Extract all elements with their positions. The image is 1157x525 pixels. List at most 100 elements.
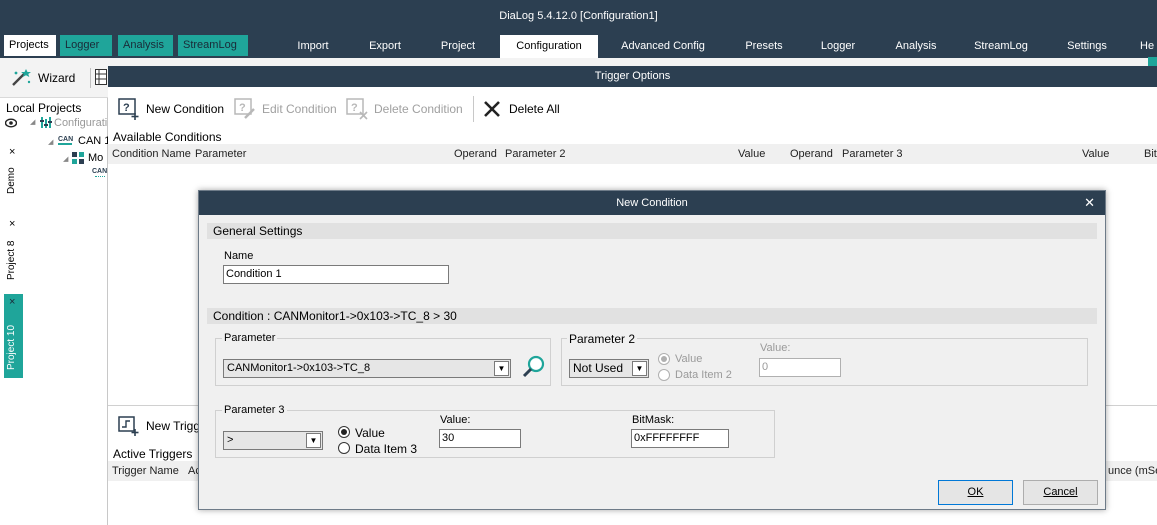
new-condition-button[interactable]: New Condition — [146, 98, 224, 120]
condition-summary: Condition : CANMonitor1->0x103->TC_8 > 3… — [207, 308, 1097, 324]
new-condition-dialog: New Condition ✕ General Settings Name Co… — [198, 190, 1106, 510]
menu-advanced-config[interactable]: Advanced Config — [612, 35, 714, 58]
close-icon[interactable]: × — [9, 146, 15, 158]
app-title-bar: DiaLog 5.4.12.0 [Configuration1] — [0, 0, 1157, 31]
tab-analysis[interactable]: Analysis — [118, 35, 173, 56]
tree-item-can-sub[interactable]: CAN — [92, 168, 107, 175]
tree-item-configuration[interactable]: Configurati — [54, 117, 107, 129]
parameter-3-data-item-radio[interactable] — [338, 442, 350, 454]
menu-help[interactable]: He — [1140, 35, 1157, 58]
tree-item-can1[interactable]: CAN 1 — [78, 135, 110, 147]
delete-condition-button[interactable]: Delete Condition — [374, 98, 463, 120]
vtab-project-8-label: Project 8 — [6, 240, 17, 280]
bitmask-input[interactable]: 0xFFFFFFFF — [631, 429, 729, 448]
config-tree-icon — [40, 116, 52, 129]
vtab-project-10[interactable]: × Project 10 — [4, 294, 23, 378]
bitmask-label: BitMask: — [632, 414, 675, 426]
can-icon: CAN — [58, 134, 73, 147]
menu-bar: Projects Logger Analysis StreamLog Impor… — [0, 31, 1157, 58]
col-parameter-3[interactable]: Parameter 3 — [842, 148, 903, 160]
parameter-2-value-input[interactable]: 0 — [759, 358, 841, 377]
parameter-3-value-radio[interactable] — [338, 426, 350, 438]
menu-export[interactable]: Export — [357, 35, 413, 58]
vtab-demo[interactable]: × Demo — [4, 144, 23, 198]
col-value-2[interactable]: Value — [1082, 148, 1109, 160]
chevron-down-icon[interactable]: ▼ — [306, 433, 321, 448]
tab-projects-label: Projects — [9, 39, 49, 51]
close-icon[interactable]: × — [9, 218, 15, 230]
cancel-button-label: Cancel — [1043, 486, 1078, 498]
toolbar-divider — [473, 96, 474, 122]
delete-all-icon[interactable] — [483, 100, 501, 118]
module-icon — [72, 152, 84, 164]
tab-logger[interactable]: Logger — [60, 35, 112, 56]
projects-pane-title: Local Projects — [6, 101, 82, 115]
chevron-down-icon[interactable]: ▼ — [494, 361, 509, 376]
delete-all-button[interactable]: Delete All — [509, 98, 560, 120]
svg-text:?: ? — [123, 102, 130, 114]
col-value[interactable]: Value — [738, 148, 765, 160]
col-bitmask[interactable]: Bit — [1144, 148, 1157, 160]
new-trigger-button[interactable]: New Trigg — [146, 415, 200, 437]
projects-pane: Local Projects ◢ Configurati ◢ CAN CAN 1… — [0, 98, 110, 525]
tab-logger-label: Logger — [65, 39, 100, 51]
menu-logger[interactable]: Logger — [810, 35, 866, 58]
parameter-select[interactable]: CANMonitor1->0x103->TC_8 ▼ — [223, 359, 511, 378]
col-condition-name[interactable]: Condition Name — [112, 148, 191, 160]
parameter-2-value-field-label: Value: — [760, 342, 791, 354]
close-icon[interactable]: ✕ — [1084, 191, 1095, 215]
tab-projects[interactable]: Projects — [4, 35, 56, 56]
operand-select-value: > — [227, 434, 234, 446]
menu-import[interactable]: Import — [284, 35, 342, 58]
tab-streamlog[interactable]: StreamLog — [178, 35, 248, 56]
menu-configuration[interactable]: Configuration — [500, 35, 598, 58]
col-operand-2[interactable]: Operand — [790, 148, 833, 160]
expand-arrow-icon[interactable]: ◢ — [48, 138, 53, 146]
parameter-3-value-input[interactable]: 30 — [439, 429, 521, 448]
grid-icon[interactable] — [95, 69, 107, 85]
col-debounce[interactable]: unce (mSe — [1108, 465, 1157, 477]
parameter-2-select-value: Not Used — [573, 361, 624, 375]
col-operand[interactable]: Operand — [454, 148, 497, 160]
svg-text:CAN: CAN — [58, 136, 73, 143]
tree-item-monitor[interactable]: Mo — [88, 152, 103, 164]
parameter-2-value-radio[interactable] — [658, 353, 670, 365]
parameter-select-value: CANMonitor1->0x103->TC_8 — [227, 362, 371, 374]
vtab-demo-label: Demo — [6, 167, 17, 194]
menu-settings[interactable]: Settings — [1056, 35, 1118, 58]
menu-project[interactable]: Project — [428, 35, 488, 58]
expand-arrow-icon[interactable]: ◢ — [63, 155, 68, 163]
col-parameter-2[interactable]: Parameter 2 — [505, 148, 566, 160]
delete-condition-icon[interactable]: ? — [346, 98, 368, 120]
menu-streamlog[interactable]: StreamLog — [965, 35, 1037, 58]
parameter-2-value-label: Value — [675, 353, 703, 365]
svg-text:?: ? — [351, 102, 358, 114]
general-settings-header: General Settings — [207, 223, 1097, 239]
search-icon[interactable] — [521, 354, 547, 380]
vtab-project-8[interactable]: × Project 8 — [4, 216, 23, 282]
cancel-button[interactable]: Cancel — [1023, 480, 1098, 505]
new-condition-icon[interactable]: ? — [118, 98, 140, 120]
new-trigger-icon[interactable] — [118, 416, 140, 436]
expand-arrow-icon[interactable]: ◢ — [30, 118, 35, 126]
col-parameter[interactable]: Parameter — [195, 148, 246, 160]
parameter-2-select[interactable]: Not Used ▼ — [569, 359, 649, 378]
col-trigger-name[interactable]: Trigger Name — [112, 465, 179, 477]
edit-condition-icon[interactable]: ? — [234, 98, 256, 120]
chevron-down-icon[interactable]: ▼ — [632, 361, 647, 376]
menu-analysis[interactable]: Analysis — [886, 35, 946, 58]
operand-select[interactable]: > ▼ — [223, 431, 323, 450]
close-icon[interactable]: × — [9, 296, 15, 308]
name-input[interactable]: Condition 1 — [223, 265, 449, 284]
tab-streamlog-label: StreamLog — [183, 39, 237, 51]
app-title: DiaLog 5.4.12.0 [Configuration1] — [499, 10, 658, 22]
toolbar-divider — [90, 68, 91, 88]
eye-icon[interactable] — [4, 118, 18, 128]
ok-button[interactable]: OK — [938, 480, 1013, 505]
menu-presets[interactable]: Presets — [734, 35, 794, 58]
parameter-2-data-item-radio[interactable] — [658, 369, 670, 381]
edit-condition-button[interactable]: Edit Condition — [262, 98, 337, 120]
parameter-3-label: Parameter 3 — [222, 404, 287, 416]
active-triggers-label: Active Triggers — [113, 447, 193, 461]
available-conditions-label: Available Conditions — [113, 130, 222, 144]
